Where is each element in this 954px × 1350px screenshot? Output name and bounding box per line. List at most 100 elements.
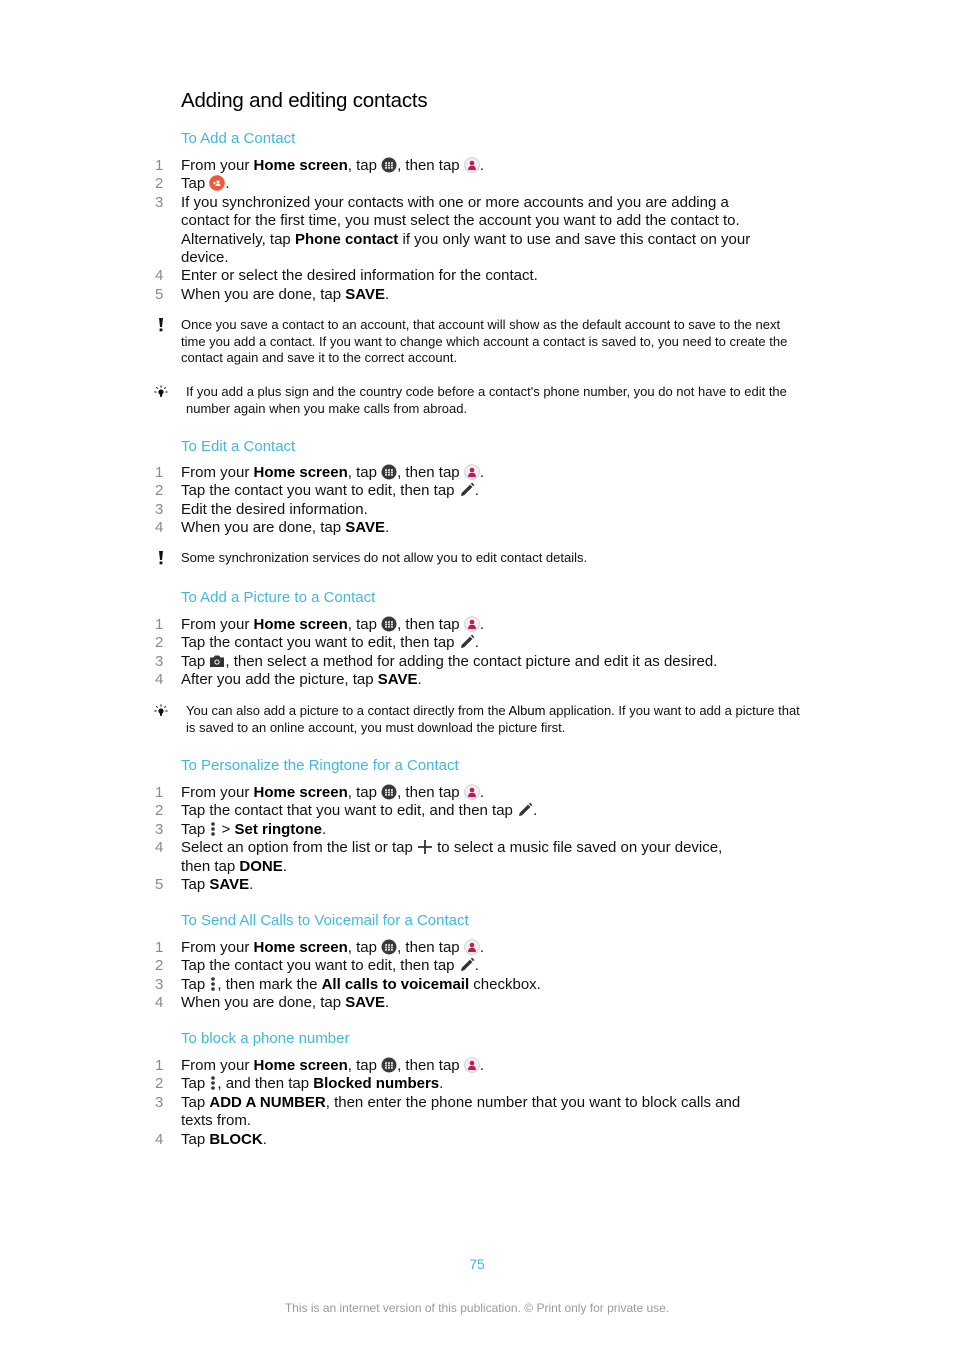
- step-text: , tap: [347, 784, 382, 801]
- step-text: .: [479, 616, 484, 633]
- step-text: Tap: [181, 876, 210, 894]
- step-number: 3: [155, 500, 164, 518]
- step-text: Tap the contact you want to edit, then t…: [181, 634, 459, 652]
- exclamation-icon: [154, 317, 168, 333]
- step-text: .: [479, 157, 484, 174]
- note-text: You can also add a picture to a contact …: [186, 703, 801, 736]
- step-number: 1: [155, 784, 164, 801]
- step-text: Tap: [181, 175, 210, 193]
- step-item: 2 Tap .: [0, 175, 751, 193]
- ui-term: Home screen: [253, 616, 348, 633]
- step-text: , tap: [347, 464, 382, 481]
- step-number: 1: [155, 939, 164, 956]
- step-text: Tap: [181, 1130, 210, 1148]
- pencil-edit-icon: [459, 482, 475, 498]
- step-number: 4: [155, 671, 164, 689]
- step-text: , then select a method for adding the co…: [225, 652, 718, 670]
- step-text: checkbox.: [469, 975, 541, 993]
- note-text: Some synchronization services do not all…: [181, 550, 588, 565]
- step-number: 3: [155, 820, 164, 838]
- step-text: From your: [181, 464, 254, 481]
- plus-icon: [417, 839, 433, 855]
- lightbulb-tip-icon: [154, 384, 168, 400]
- section-title: To block a phone number: [181, 1030, 350, 1047]
- step-number: 2: [155, 1075, 164, 1093]
- contacts-app-icon: [464, 464, 480, 480]
- step-text: , tap: [347, 616, 382, 633]
- step-item: 4 After you add the picture, tap SAVE.: [0, 671, 751, 689]
- add-contact-icon: [209, 175, 225, 191]
- ui-term: Home screen: [253, 784, 348, 801]
- footer-notice: This is an internet version of this publ…: [284, 1301, 670, 1315]
- step-text: .: [533, 802, 538, 820]
- note-text: Once you save a contact to an account, t…: [181, 317, 788, 366]
- step-item: 5 Tap SAVE.: [0, 876, 751, 894]
- step-item: 1 From your Home screen, tap , then tap .: [0, 464, 751, 482]
- step-text: After you add the picture, tap: [181, 671, 378, 689]
- ui-term: Home screen: [253, 1057, 348, 1074]
- step-text: , tap: [347, 1057, 382, 1074]
- step-text: .: [262, 1130, 267, 1148]
- step-number: 4: [155, 839, 164, 857]
- step-number: 3: [155, 193, 164, 211]
- step-item: 1 From your Home screen, tap , then tap .: [0, 157, 751, 175]
- note-text-part: You can also add a picture to a contact …: [186, 703, 509, 718]
- ui-term: Home screen: [253, 464, 348, 481]
- step-text: When you are done, tap: [181, 994, 346, 1012]
- step-text: From your: [181, 784, 254, 801]
- step-number: 4: [155, 519, 164, 537]
- step-text: , and then tap: [217, 1075, 314, 1093]
- step-text: .: [282, 857, 287, 875]
- camera-icon: [209, 653, 225, 669]
- step-item: 2 Tap the contact you want to edit, then …: [0, 957, 751, 975]
- step-text: , then tap: [397, 616, 464, 633]
- step-list: 1 From your Home screen, tap , then tap .…: [0, 464, 954, 538]
- step-number: 4: [155, 267, 164, 285]
- step-text: , then tap: [397, 939, 464, 956]
- lightbulb-tip-icon: [154, 703, 168, 719]
- step-item: 3 Tap , then select a method for adding t…: [0, 653, 751, 671]
- step-item: 1 From your Home screen, tap , then tap .: [0, 1057, 751, 1075]
- note-text: If you add a plus sign and the country c…: [186, 384, 787, 416]
- step-text: .: [417, 671, 422, 689]
- step-text: Tap the contact you want to edit, then t…: [181, 482, 459, 500]
- step-text: .: [321, 820, 327, 838]
- step-text: , then tap: [397, 464, 464, 481]
- step-text: From your: [181, 1057, 254, 1074]
- section-title: To Send All Calls to Voicemail for a Con…: [181, 912, 469, 929]
- step-text: , then tap: [397, 157, 464, 174]
- step-text: , tap: [347, 157, 382, 174]
- step-list: 1 From your Home screen, tap , then tap .…: [0, 1057, 954, 1149]
- ui-term: SAVE: [345, 285, 386, 303]
- page-title: Adding and editing contacts: [181, 89, 428, 112]
- step-text: , tap: [347, 939, 382, 956]
- step-item: 4 Select an option from the list or tap t…: [0, 839, 751, 876]
- ui-term: SAVE: [345, 994, 386, 1012]
- step-text: >: [217, 820, 235, 838]
- step-text: Edit the desired information.: [181, 500, 368, 518]
- step-number: 4: [155, 994, 164, 1012]
- step-text: Select an option from the list or tap: [181, 839, 417, 857]
- step-text: .: [479, 464, 484, 481]
- step-text: , then tap: [397, 784, 464, 801]
- contacts-app-icon: [464, 784, 480, 800]
- step-text: .: [385, 994, 390, 1012]
- contacts-app-icon: [464, 1057, 480, 1073]
- step-text: Enter or select the desired information …: [181, 267, 538, 285]
- step-number: 3: [155, 1093, 164, 1111]
- apps-grid-icon: [381, 157, 397, 173]
- step-item: 5 When you are done, tap SAVE.: [0, 286, 751, 304]
- pencil-edit-icon: [459, 634, 475, 650]
- apps-grid-icon: [381, 784, 397, 800]
- ui-term: BLOCK: [209, 1130, 263, 1148]
- apps-grid-icon: [381, 1057, 397, 1073]
- step-item: 3 Tap , then mark the All calls to voicem…: [0, 976, 751, 994]
- step-item: 2 Tap the contact that you want to edit, …: [0, 802, 751, 820]
- contacts-app-icon: [464, 157, 480, 173]
- step-number: 1: [155, 616, 164, 633]
- step-number: 2: [155, 175, 164, 193]
- step-number: 4: [155, 1130, 164, 1148]
- step-text: .: [479, 784, 484, 801]
- step-number: 1: [155, 1057, 164, 1074]
- step-item: 1 From your Home screen, tap , then tap .: [0, 616, 751, 634]
